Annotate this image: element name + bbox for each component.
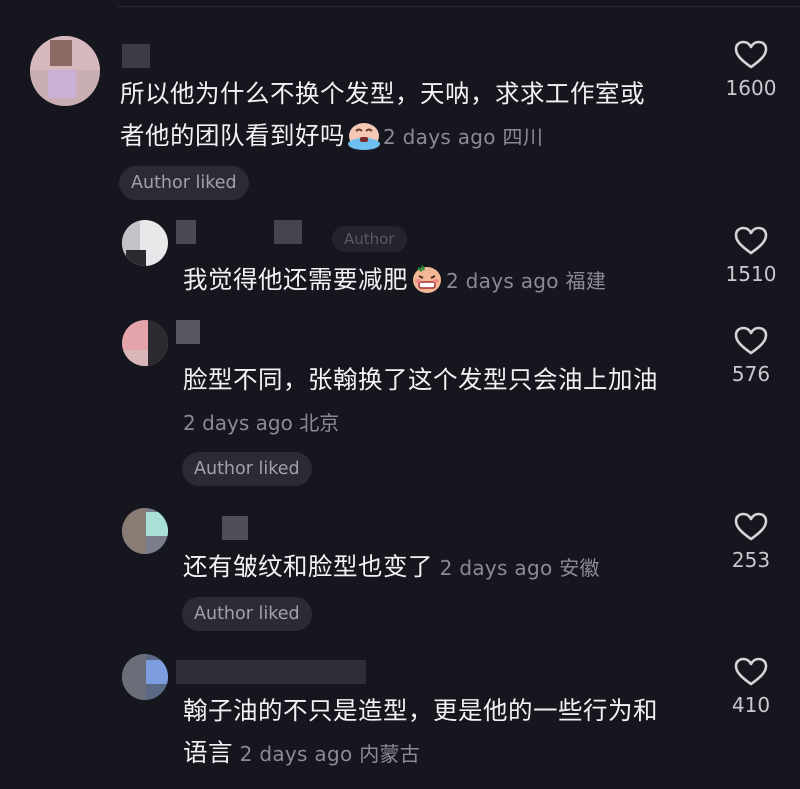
comment-location: 北京 (299, 411, 340, 435)
comment-text-line: 翰子油的不只是造型，更是他的一些行为和 (183, 696, 658, 725)
comment-text-continued: 语言 2 days ago 内蒙古 (183, 732, 420, 775)
heart-outline-icon (734, 40, 768, 69)
author-liked-badge: Author liked (182, 452, 312, 486)
comment-text-line: 我觉得他还需要减肥 (183, 265, 408, 294)
grimacing-face-emoji (410, 264, 444, 294)
heart-outline-icon (734, 657, 768, 686)
avatar[interactable] (122, 320, 168, 366)
comment-location: 福建 (565, 269, 607, 293)
comment-time: 2 days ago (383, 125, 496, 149)
like-count: 576 (731, 362, 771, 386)
comment-location: 安徽 (559, 556, 600, 580)
avatar[interactable] (122, 220, 168, 266)
comment-text-line: 脸型不同，张翰换了这个发型只会油上加油 (183, 365, 658, 394)
comment-location: 四川 (502, 125, 544, 149)
author-liked-badge: Author liked (182, 597, 312, 631)
top-divider (118, 6, 800, 7)
like-button[interactable]: 410 (706, 657, 796, 717)
like-count: 1600 (725, 76, 777, 100)
comment-meta: 2 days ago 北京 (183, 403, 339, 443)
comment-time: 2 days ago (183, 411, 293, 435)
username-redacted[interactable] (176, 220, 336, 244)
avatar[interactable] (122, 508, 168, 554)
comment-text: 还有皱纹和脸型也变了 2 days ago 安徽 (183, 546, 600, 589)
comment-time: 2 days ago (239, 742, 353, 766)
comment-text-continued: 者他的团队看到好吗 2 days ago 四川 (120, 115, 543, 158)
comment-text: 翰子油的不只是造型，更是他的一些行为和 (183, 690, 658, 732)
comment-time: 2 days ago (439, 556, 553, 580)
username-redacted[interactable] (176, 320, 200, 344)
crying-face-emoji (347, 120, 381, 150)
heart-outline-icon (734, 226, 768, 255)
author-liked-badge: Author liked (119, 166, 249, 200)
username-redacted[interactable] (122, 44, 150, 68)
avatar[interactable] (30, 36, 100, 106)
comment-text-line: 还有皱纹和脸型也变了 (183, 552, 433, 581)
comment-location: 内蒙古 (359, 742, 421, 766)
comment-text-line: 语言 (183, 738, 233, 767)
comment-text: 脸型不同，张翰换了这个发型只会油上加油 (183, 359, 658, 401)
like-button[interactable]: 1510 (706, 226, 796, 286)
like-count: 410 (731, 693, 771, 717)
author-tag: Author (332, 226, 407, 252)
username-redacted[interactable] (176, 660, 366, 684)
comment-text-line: 所以他为什么不换个发型，天呐，求求工作室或 (120, 79, 645, 108)
comment-time: 2 days ago (446, 269, 559, 293)
heart-outline-icon (734, 512, 768, 541)
like-count: 1510 (725, 262, 777, 286)
like-count: 253 (731, 548, 771, 572)
avatar[interactable] (122, 654, 168, 700)
heart-outline-icon (734, 326, 768, 355)
username-redacted[interactable] (176, 516, 248, 540)
like-button[interactable]: 1600 (706, 40, 796, 100)
like-button[interactable]: 253 (706, 512, 796, 572)
comment-text: 所以他为什么不换个发型，天呐，求求工作室或 (120, 73, 645, 115)
like-button[interactable]: 576 (706, 326, 796, 386)
comment-text-line: 者他的团队看到好吗 (120, 121, 345, 150)
comment-text: 我觉得他还需要减肥 2 days ago 福建 (183, 259, 606, 302)
